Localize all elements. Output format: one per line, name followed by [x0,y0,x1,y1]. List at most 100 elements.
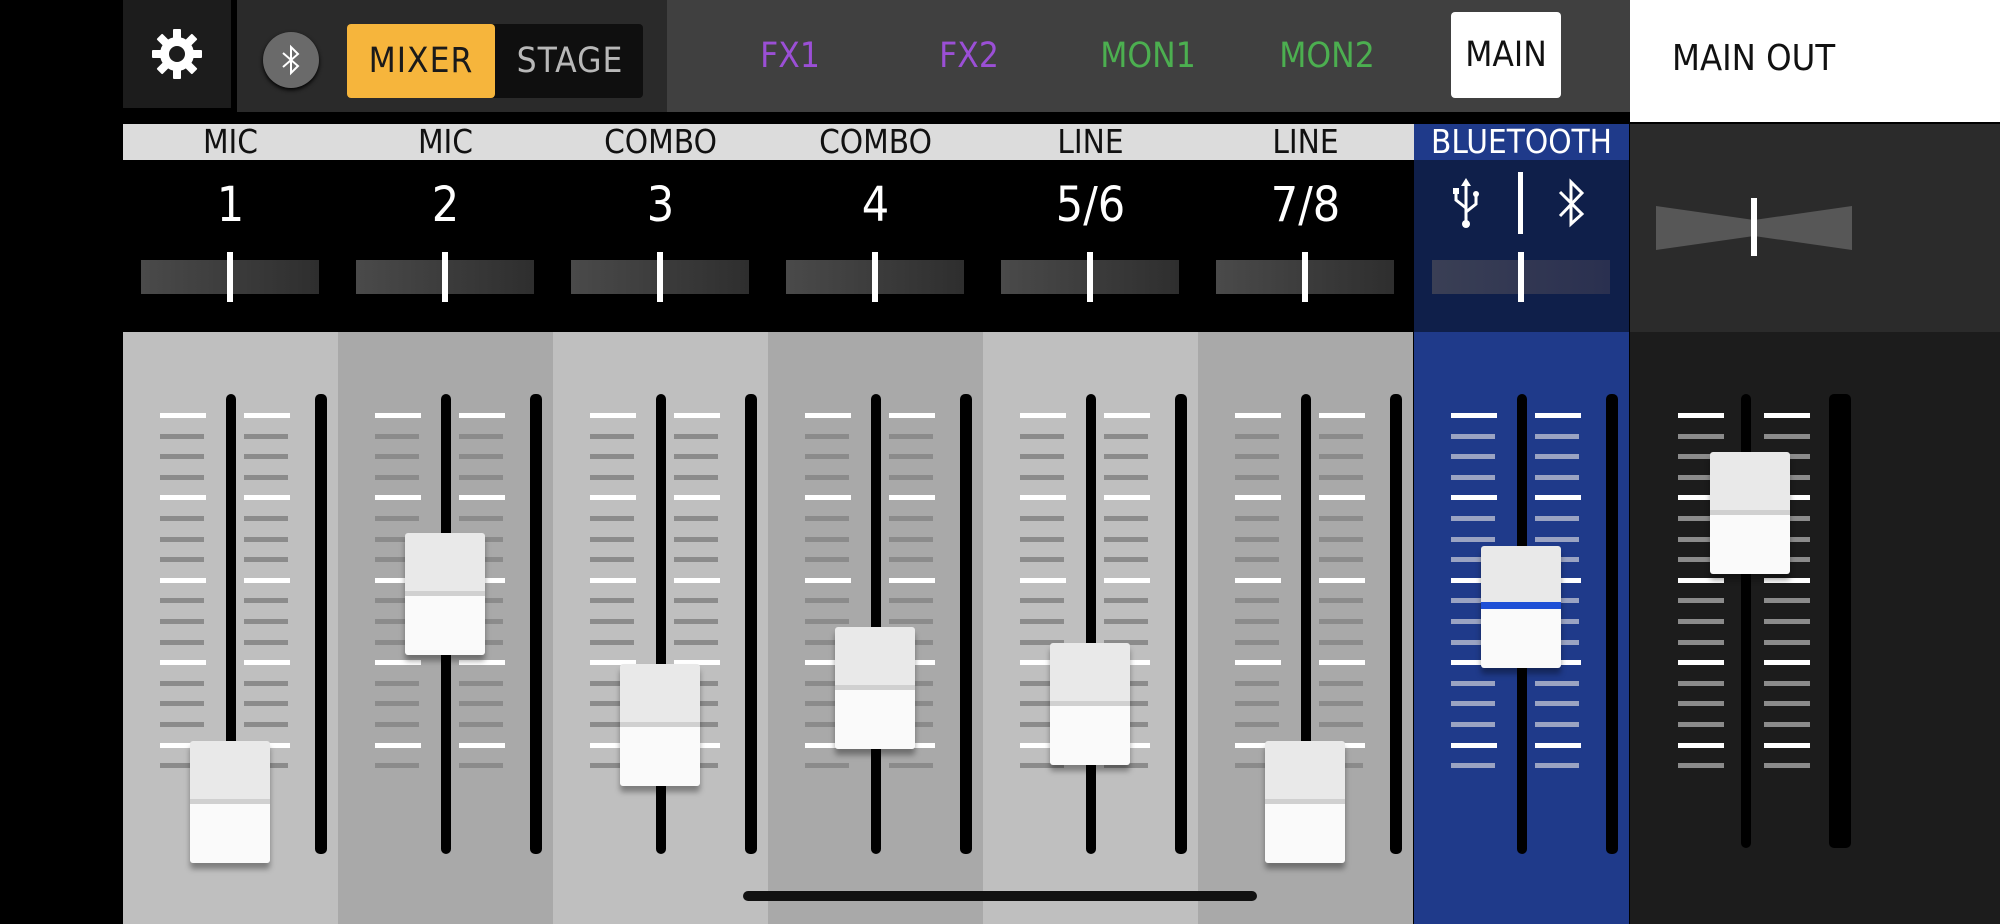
fader-scale-tick [1451,474,1495,480]
fader-scale-tick [244,557,288,563]
channel-fader-handle[interactable] [1050,643,1130,766]
fader-scale-tick [1319,701,1363,707]
fader-scale-tick [1020,454,1064,460]
fader-scale-tick [459,474,503,480]
fader-scale-tick [1235,639,1279,645]
fader-scale-tick [674,495,720,501]
fader-scale-tick [1235,577,1281,583]
fader-scale-tick [244,516,288,521]
bluetooth-toggle-button[interactable] [263,32,319,88]
mixer-mode-button[interactable]: MIXER [347,24,495,98]
fader-scale-tick [805,433,849,439]
channel-fader-handle[interactable] [835,627,915,750]
fader-scale-tick [1535,474,1579,480]
fader-scale-tick [1235,680,1279,686]
pan-position-indicator [1751,198,1757,256]
fader-scale-tick [1104,433,1148,439]
fader-scale-tick [1451,536,1495,542]
fader-scale-tick [1319,474,1363,480]
level-meter [1390,394,1402,854]
fader-scale-tick [1020,598,1064,604]
bluetooth-icon [282,44,300,76]
channel-fader-handle[interactable] [1265,741,1345,864]
fader-scale-tick [160,495,206,501]
fader-scale-tick [1235,516,1279,521]
fader-scale-tick [1319,722,1363,727]
fader-scale-tick [1535,763,1579,769]
fader-scale-tick [1319,660,1365,666]
channel-fader-handle[interactable] [190,741,270,864]
fader-scale-tick [805,474,849,480]
fader-scale-tick [1319,577,1365,583]
fader-scale-tick [1235,722,1279,727]
fader-scale-tick [590,474,634,480]
channel-fader-handle[interactable] [1710,451,1790,574]
fader-scale-tick [244,433,288,439]
fader-scale-tick [590,598,634,604]
channel-fader-handle[interactable] [405,533,485,656]
level-meter [1175,394,1187,854]
channel-number-label: 3 [646,177,675,233]
channel-fader-handle[interactable] [620,663,700,786]
gear-icon [152,29,202,79]
fader-scale-tick [590,536,634,542]
channel-type-label: LINE [1057,122,1124,161]
settings-button[interactable] [123,0,231,108]
bus-mon2-button[interactable]: MON2 [1257,0,1397,112]
fader-scale-tick [1764,763,1810,769]
fader-scale-tick [375,680,419,686]
fader-scale-tick [674,598,718,604]
fader-scale-tick [160,454,204,460]
fader-scale-tick [459,454,503,460]
fader-scale-tick [375,516,419,521]
fader-scale-tick [1235,660,1281,666]
fader-scale-tick [1020,474,1064,480]
fader-scale-tick [1678,598,1724,604]
fader-scale-tick [244,536,288,542]
fader-scale-tick [674,433,718,439]
fader-scale-tick [160,413,206,418]
fader-scale-tick [375,433,419,439]
fader-scale-tick [1319,495,1365,501]
fader-scale-tick [1104,557,1148,563]
fader-scale-tick [1104,577,1150,583]
fader-scale-tick [590,413,636,418]
fader-scale-tick [459,516,503,521]
fader-scale-tick [375,660,421,666]
pan-position-indicator [872,252,878,302]
bus-fx1-button[interactable]: FX1 [720,0,860,112]
stage-mode-button[interactable]: STAGE [497,24,643,98]
fader-scale-tick [1764,598,1810,604]
fader-scale-tick [244,495,290,501]
bus-mon1-button[interactable]: MON1 [1078,0,1218,112]
fader-scale-tick [1104,516,1148,521]
fader-scale-tick [244,639,288,645]
bus-main-button[interactable]: MAIN [1451,12,1561,98]
fader-scale-tick [1764,660,1810,666]
fader-scale-tick [805,536,849,542]
fader-scale-tick [459,722,503,727]
fader-scale-tick [160,557,204,563]
fader-scale-tick [1020,495,1066,501]
fader-scale-tick [1764,619,1810,624]
fader-scale-tick [805,516,849,521]
fader-scale-tick [1678,742,1724,748]
fader-scale-tick [1535,516,1579,521]
fader-scale-tick [889,474,933,480]
fader-scale-tick [889,433,933,439]
fader-scale-tick [674,474,718,480]
fader-scale-tick [375,742,421,748]
fader-rail [1086,394,1096,854]
channel-fader-handle[interactable] [1481,545,1561,668]
fader-scale-tick [1678,413,1724,418]
fader-scale-tick [160,660,206,666]
fader-scale-tick [674,557,718,563]
bus-fx2-button[interactable]: FX2 [899,0,1039,112]
fader-scale-tick [1535,680,1579,686]
fader-scale-tick [805,763,849,769]
fader-scale-tick [160,474,204,480]
channel-type-label: COMBO [819,122,932,161]
fader-scale-tick [590,433,634,439]
fader-scale-tick [1235,433,1279,439]
fader-scale-tick [1535,722,1579,727]
